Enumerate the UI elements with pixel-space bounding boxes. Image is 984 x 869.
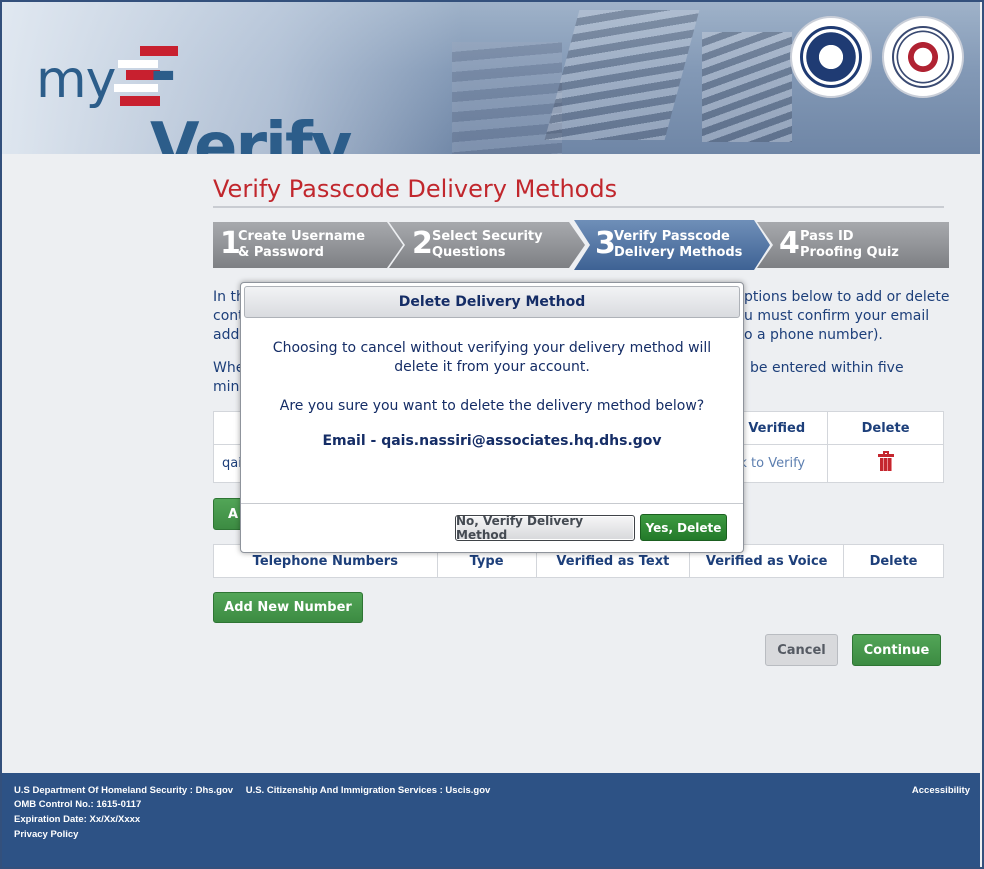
logo-verify: -Verify: [150, 36, 352, 154]
step-number: 2: [412, 226, 433, 261]
accessibility-link[interactable]: Accessibility: [912, 785, 970, 796]
dialog-message: Choosing to cancel without verifying you…: [272, 340, 712, 375]
uscis-link[interactable]: U.S. Citizenship And Immigration Service…: [246, 785, 491, 796]
yes-delete-button[interactable]: Yes, Delete: [640, 514, 727, 541]
delete-cell: [827, 444, 944, 483]
expiration-date: Expiration Date: Xx/Xx/Xxxx: [14, 814, 141, 825]
page-title: Verify Passcode Delivery Methods: [213, 175, 618, 203]
flag-decoration: [544, 10, 700, 140]
step-number: 4: [779, 226, 800, 261]
flag-decoration: [702, 32, 792, 142]
step-label: Verify Passcode Delivery Methods: [614, 229, 743, 260]
footer-links: U.S Department Of Homeland Security : Dh…: [14, 785, 490, 796]
dialog-divider: [241, 503, 743, 504]
col-delete: Delete: [843, 544, 944, 578]
title-divider: [213, 206, 944, 208]
when-text-right: be entered within five: [750, 360, 904, 376]
privacy-policy-link[interactable]: Privacy Policy: [14, 829, 78, 840]
email-value: qai: [222, 456, 242, 471]
no-verify-button[interactable]: No, Verify Delivery Method: [455, 514, 635, 542]
logo-my: my: [36, 50, 116, 110]
step-label: Create Username & Password: [238, 229, 366, 260]
click-to-verify-link[interactable]: k to Verify: [739, 456, 805, 471]
col-delete: Delete: [827, 411, 944, 445]
dialog-body: Choosing to cancel without verifying you…: [241, 339, 743, 451]
step-4: 4 Pass ID Proofing Quiz: [757, 222, 949, 268]
dialog-email: Email - qais.nassiri@associates.hq.dhs.g…: [322, 433, 662, 449]
step-number: 3: [595, 226, 616, 261]
progress-steps: 1 Create Username & Password 2 Select Sec…: [213, 222, 949, 268]
dhs-link[interactable]: U.S Department Of Homeland Security : Dh…: [14, 785, 233, 796]
step-label: Pass ID Proofing Quiz: [800, 229, 899, 260]
dialog-question: Are you sure you want to delete the deli…: [279, 398, 705, 414]
step-1: 1 Create Username & Password: [213, 222, 403, 268]
add-new-number-button[interactable]: Add New Number: [213, 592, 363, 623]
step-label: Select Security Questions: [432, 229, 543, 260]
step-2: 2 Select Security Questions: [389, 222, 585, 268]
ssa-seal-icon: [882, 16, 964, 98]
dialog-title: Delete Delivery Method: [244, 286, 740, 318]
site-footer: U.S Department Of Homeland Security : Dh…: [2, 773, 980, 867]
step-3: 3 Verify Passcode Delivery Methods: [574, 220, 770, 270]
delete-delivery-method-dialog: Delete Delivery Method Choosing to cance…: [240, 282, 744, 553]
intro-text-right: ptions below to add or delete u must conf…: [744, 289, 950, 343]
omb-control: OMB Control No.: 1615-0117: [14, 799, 142, 810]
continue-button[interactable]: Continue: [852, 634, 941, 666]
cancel-button[interactable]: Cancel: [765, 634, 838, 666]
site-header: my -Verify: [2, 2, 980, 154]
dhs-seal-icon: [790, 16, 872, 98]
trash-icon[interactable]: [877, 450, 894, 471]
